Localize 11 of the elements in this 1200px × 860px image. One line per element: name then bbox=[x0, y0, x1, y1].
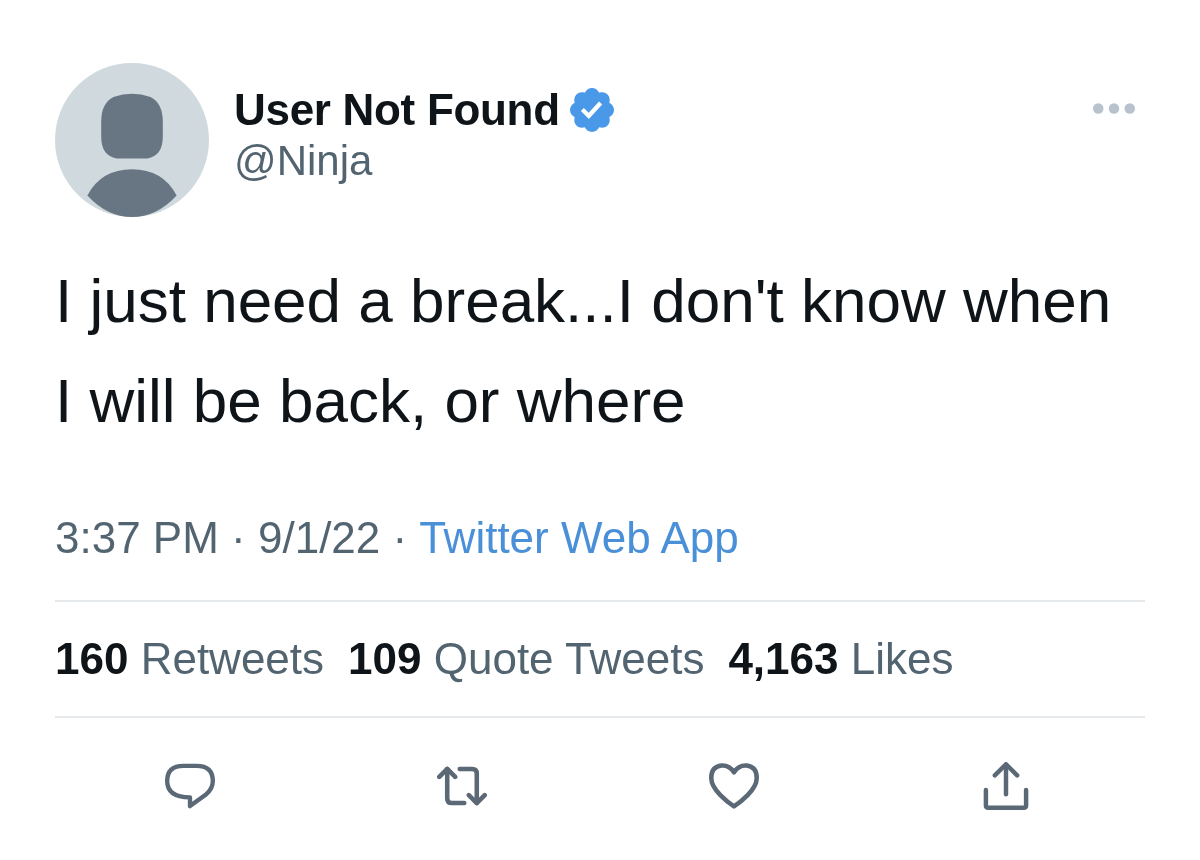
avatar-icon[interactable] bbox=[55, 63, 209, 217]
stat-link[interactable]: 109 Quote Tweets bbox=[348, 633, 705, 685]
reply-icon[interactable] bbox=[165, 762, 215, 810]
heart-icon[interactable] bbox=[709, 762, 759, 810]
user-handle[interactable]: @Ninja bbox=[234, 137, 373, 185]
tweet-text: I just need a break...I don't know when I will be back, or where bbox=[55, 265, 1113, 437]
stat-link[interactable]: 160 Retweets bbox=[55, 633, 325, 685]
stat-link[interactable]: 4,163 Likes bbox=[728, 633, 954, 685]
display-name[interactable]: User Not Found bbox=[234, 85, 560, 135]
share-icon[interactable] bbox=[981, 762, 1031, 810]
timestamp[interactable]: 3:37 PM · 9/1/22 · bbox=[55, 512, 408, 564]
